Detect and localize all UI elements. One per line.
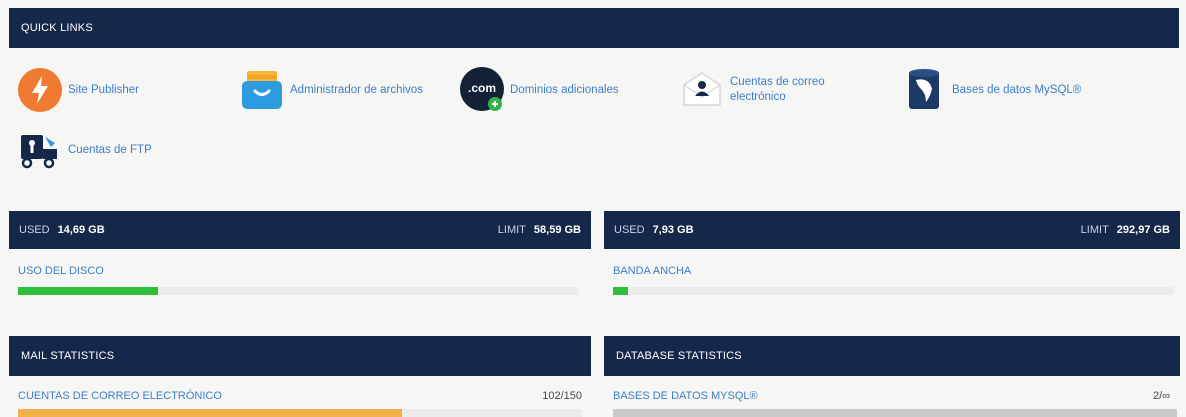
site-publisher-label: Site Publisher: [68, 83, 139, 96]
email-accounts-label-line1: Cuentas de correo: [730, 76, 825, 88]
bandwidth-track: [613, 287, 1173, 295]
addon-domains-label: Dominios adicionales: [510, 83, 619, 96]
disk-used-label: USED: [19, 224, 50, 236]
mysql-databases-count: 2/∞: [1152, 390, 1170, 402]
dotcom-icon: .com: [458, 66, 506, 114]
mysql-databases-track: [613, 409, 1177, 417]
quick-link-ftp-accounts[interactable]: Cuentas de FTP: [16, 126, 152, 174]
quick-link-mysql-databases[interactable]: Bases de datos MySQL®: [900, 66, 1081, 114]
disk-usage-header: USED 14,69 GB LIMIT 58,59 GB: [9, 211, 591, 249]
envelope-user-icon: [678, 66, 726, 114]
bandwidth-used-value: 7,93 GB: [652, 224, 694, 236]
email-accounts-track: [18, 409, 582, 417]
ftp-truck-icon: [16, 126, 64, 174]
email-accounts-stat-label: CUENTAS DE CORREO ELECTRÓNICO: [18, 390, 222, 402]
mail-statistics-title: MAIL STATISTICS: [21, 350, 115, 362]
quick-links-title: QUICK LINKS: [21, 22, 93, 34]
quick-link-file-manager[interactable]: Administrador de archivos: [238, 66, 423, 114]
disk-limit-label: LIMIT: [497, 224, 526, 236]
folder-icon: [238, 66, 286, 114]
database-statistics-title: DATABASE STATISTICS: [616, 350, 742, 362]
mail-statistics-header: MAIL STATISTICS: [9, 336, 591, 376]
dotcom-icon-text: .com: [467, 81, 496, 95]
mysql-databases-label: Bases de datos MySQL®: [952, 83, 1082, 96]
bandwidth-used-group: USED 7,93 GB: [614, 224, 694, 236]
email-accounts-label: Cuentas de correo electrónico: [730, 75, 825, 105]
lightning-icon: [16, 66, 64, 114]
bandwidth-header: USED 7,93 GB LIMIT 292,97 GB: [604, 211, 1180, 249]
email-accounts-fill: [18, 409, 402, 417]
disk-limit-value: 58,59 GB: [533, 224, 581, 236]
quick-link-email-accounts[interactable]: Cuentas de correo electrónico: [678, 66, 825, 114]
file-manager-label: Administrador de archivos: [290, 83, 423, 96]
quick-link-addon-domains[interactable]: .com Dominios adicionales: [458, 66, 619, 114]
mysql-databases-stat-label: BASES DE DATOS MYSQL®: [613, 390, 758, 402]
bandwidth-title: BANDA ANCHA: [613, 265, 692, 277]
bandwidth-limit-label: LIMIT: [1080, 224, 1109, 236]
disk-usage-fill: [18, 287, 158, 295]
quick-link-site-publisher[interactable]: Site Publisher: [16, 66, 139, 114]
email-accounts-count: 102/150: [542, 390, 582, 402]
bandwidth-used-label: USED: [614, 224, 645, 236]
disk-used-group: USED 14,69 GB: [19, 224, 105, 236]
mysql-dolphin-icon: [900, 66, 948, 114]
disk-limit-group: LIMIT 58,59 GB: [498, 224, 581, 236]
disk-used-value: 14,69 GB: [57, 224, 105, 236]
database-statistics-header: DATABASE STATISTICS: [604, 336, 1180, 376]
ftp-accounts-label: Cuentas de FTP: [68, 143, 152, 156]
bandwidth-limit-value: 292,97 GB: [1116, 224, 1170, 236]
quick-links-header: QUICK LINKS: [9, 8, 1179, 48]
email-accounts-label-line2: electrónico: [730, 91, 786, 103]
bandwidth-fill: [613, 287, 629, 295]
disk-usage-title: USO DEL DISCO: [18, 265, 104, 277]
disk-usage-track: [18, 287, 578, 295]
bandwidth-limit-group: LIMIT 292,97 GB: [1081, 224, 1170, 236]
